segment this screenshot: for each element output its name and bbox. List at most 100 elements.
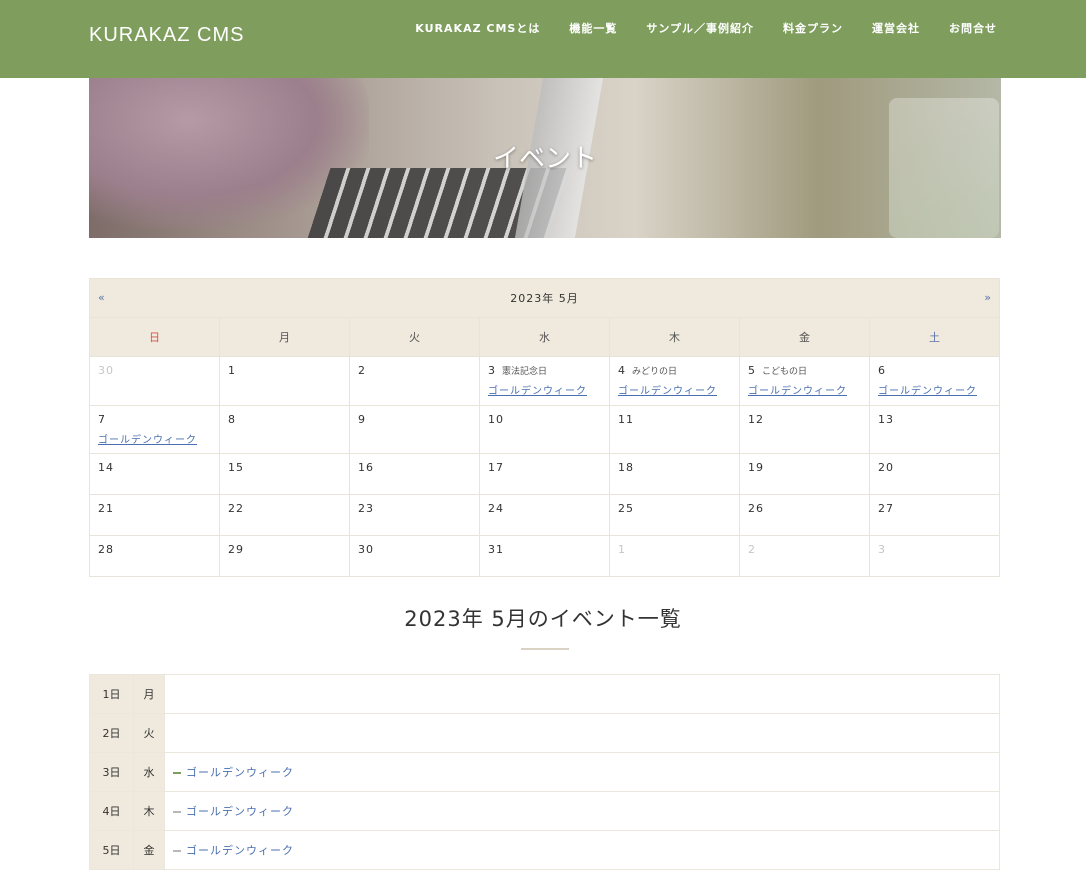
calendar-day-number: 13 (878, 413, 894, 426)
calendar-day-cell: 30 (349, 535, 480, 577)
event-list-title: 2023年 5月のイベント一覧 (404, 607, 682, 631)
calendar-day-cell: 10 (479, 405, 610, 454)
calendar-day-number: 30 (98, 364, 114, 377)
calendar-day-cell: 2 (349, 356, 480, 406)
nav-item-contact[interactable]: お問合せ (949, 20, 997, 36)
event-list-events (164, 713, 1000, 753)
calendar-event-link[interactable]: ゴールデンウィーク (98, 431, 211, 446)
calendar-day-number: 14 (98, 461, 114, 474)
calendar-day-cell: 20 (869, 453, 1000, 495)
event-list-link[interactable]: ゴールデンウィーク (186, 844, 294, 857)
calendar-day-number: 8 (228, 413, 236, 426)
event-list-table: 1日月 2日火 3日水ゴールデンウィーク 4日木ゴールデンウィーク 5日金 ゴールデンウィ… (89, 674, 1000, 870)
calendar-day-number: 21 (98, 502, 114, 515)
calendar-day-number: 18 (618, 461, 634, 474)
nav-item-company[interactable]: 運営会社 (872, 20, 920, 36)
event-calendar: « 2023年 5月 » 日 月 火 水 木 金 土 30 1 2 3 憲法記念日 ゴール… (89, 278, 1000, 577)
calendar-prev-button[interactable]: « (98, 291, 118, 304)
calendar-day-cell: 26 (739, 494, 870, 536)
calendar-week-row: 7 ゴールデンウィーク 8 9 10 11 12 13 (89, 405, 1000, 454)
calendar-day-cell: 5 こどもの日ゴールデンウィーク (739, 356, 870, 406)
calendar-day-number: 1 (618, 543, 626, 556)
calendar-day-number: 27 (878, 502, 894, 515)
calendar-day-cell: 15 (219, 453, 350, 495)
calendar-day-number: 11 (618, 413, 634, 426)
event-list-date: 5日 (89, 830, 134, 870)
nav-item-features[interactable]: 機能一覧 (569, 20, 617, 36)
event-list-link[interactable]: ゴールデンウィーク (186, 766, 294, 779)
calendar-day-cell: 27 (869, 494, 1000, 536)
calendar-day-number: 6 (878, 364, 886, 377)
calendar-day-cell: 17 (479, 453, 610, 495)
calendar-day-number: 12 (748, 413, 764, 426)
calendar-day-cell: 11 (609, 405, 740, 454)
weekday-sun: 日 (89, 317, 220, 357)
calendar-day-number: 29 (228, 543, 244, 556)
calendar-event-link[interactable]: ゴールデンウィーク (878, 382, 991, 397)
calendar-day-cell: 4 みどりの日 ゴールデンウィーク (609, 356, 740, 406)
calendar-day-number: 25 (618, 502, 634, 515)
calendar-day-number: 5 (748, 364, 756, 377)
event-list-row: 5日金 ゴールデンウィーク (89, 830, 1000, 870)
calendar-day-cell: 31 (479, 535, 610, 577)
calendar-day-number: 26 (748, 502, 764, 515)
calendar-day-number: 17 (488, 461, 504, 474)
calendar-day-number: 2 (748, 543, 756, 556)
event-list-row: 3日水 ゴールデンウィーク (89, 752, 1000, 792)
calendar-day-cell: 23 (349, 494, 480, 536)
event-list-link[interactable]: ゴールデンウィーク (186, 805, 294, 818)
calendar-holiday-label: こどもの日 (762, 367, 808, 377)
weekday-fri: 金 (739, 317, 870, 357)
weekday-tue: 火 (349, 317, 480, 357)
event-list-row: 1日月 (89, 674, 1000, 714)
calendar-event-link[interactable]: ゴールデンウィーク (488, 382, 601, 397)
calendar-event-link[interactable]: ゴールデンウィーク (748, 382, 861, 397)
calendar-day-cell: 30 (89, 356, 220, 406)
hero-banner: イベント (89, 78, 1001, 238)
calendar-day-number: 22 (228, 502, 244, 515)
calendar-day-cell: 25 (609, 494, 740, 536)
calendar-day-number: 10 (488, 413, 504, 426)
event-marker-icon (173, 772, 181, 774)
event-list-weekday: 金 (133, 830, 165, 870)
nav-item-about[interactable]: KURAKAZ CMSとは (415, 20, 540, 36)
calendar-day-number: 24 (488, 502, 504, 515)
calendar-day-number: 19 (748, 461, 764, 474)
weekday-wed: 水 (479, 317, 610, 357)
event-list-date: 2日 (89, 713, 134, 753)
calendar-day-number: 28 (98, 543, 114, 556)
calendar-day-cell: 7 ゴールデンウィーク (89, 405, 220, 454)
event-list-events: ゴールデンウィーク (164, 752, 1000, 792)
event-marker-icon (173, 811, 181, 813)
calendar-day-cell: 1 (609, 535, 740, 577)
nav-item-pricing[interactable]: 料金プラン (783, 20, 843, 36)
calendar-day-cell: 22 (219, 494, 350, 536)
calendar-day-number: 31 (488, 543, 504, 556)
calendar-event-link[interactable]: ゴールデンウィーク (618, 382, 731, 397)
page-title: イベント (492, 144, 597, 174)
calendar-day-cell: 24 (479, 494, 610, 536)
calendar-week-row: 30 1 2 3 憲法記念日 ゴールデンウィーク 4 みどりの日 ゴールデンウィーク 5 こどもの日… (89, 356, 1000, 406)
calendar-month-label: 2023年 5月 (510, 292, 579, 305)
event-list-row: 4日木 ゴールデンウィーク (89, 791, 1000, 831)
calendar-week-row: 14 15 16 17 18 19 20 (89, 453, 1000, 495)
calendar-day-number: 2 (358, 364, 366, 377)
calendar-day-cell: 14 (89, 453, 220, 495)
site-logo[interactable]: KURAKAZ CMS (89, 24, 244, 47)
calendar-day-cell: 6 ゴールデンウィーク (869, 356, 1000, 406)
calendar-day-cell: 8 (219, 405, 350, 454)
calendar-day-cell: 1 (219, 356, 350, 406)
event-marker-icon (173, 850, 181, 852)
calendar-week-row: 28 29 30 31 1 2 3 (89, 535, 1000, 577)
calendar-day-number: 23 (358, 502, 374, 515)
calendar-day-cell: 29 (219, 535, 350, 577)
nav-item-samples[interactable]: サンプル／事例紹介 (646, 20, 754, 36)
calendar-day-cell: 21 (89, 494, 220, 536)
calendar-next-button[interactable]: » (971, 291, 991, 304)
calendar-day-number: 3 (878, 543, 886, 556)
site-header: KURAKAZ CMS KURAKAZ CMSとは 機能一覧 サンプル／事例紹介… (0, 0, 1086, 78)
event-list-weekday: 火 (133, 713, 165, 753)
calendar-weeks: 30 1 2 3 憲法記念日 ゴールデンウィーク 4 みどりの日 ゴールデンウィーク 5 こどもの日… (89, 356, 1000, 577)
calendar-day-cell: 16 (349, 453, 480, 495)
main-nav: KURAKAZ CMSとは 機能一覧 サンプル／事例紹介 料金プラン 運営会社 … (386, 20, 997, 36)
